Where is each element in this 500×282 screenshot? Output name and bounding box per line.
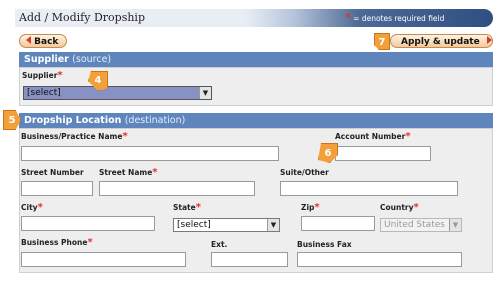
business-fax-label: Business Fax [297, 240, 352, 249]
required-note-text: = denotes required field [353, 14, 445, 23]
page-header: Add / Modify Dropship * = denotes requir… [15, 9, 493, 27]
city-field[interactable] [21, 216, 155, 231]
country-select-value: United States [384, 220, 445, 230]
business-name-field[interactable] [21, 146, 279, 161]
account-number-field[interactable] [335, 146, 431, 161]
supplier-select-value: [select] [27, 88, 61, 98]
suite-field[interactable] [280, 181, 458, 196]
required-star: * [37, 202, 43, 213]
street-number-field[interactable] [21, 181, 93, 196]
back-button[interactable]: Back [19, 34, 67, 48]
required-star: * [122, 131, 128, 142]
state-select[interactable]: [select] ▼ [173, 218, 280, 232]
zip-field[interactable] [301, 216, 375, 231]
page-title: Add / Modify Dropship [19, 11, 145, 24]
arrow-right-icon [486, 36, 492, 44]
dropship-section-title: Dropship Location [24, 115, 122, 126]
chevron-down-icon: ▼ [199, 87, 211, 99]
street-number-label: Street Number [21, 168, 84, 177]
required-star: * [87, 237, 93, 248]
supplier-section-subtitle: (source) [72, 54, 112, 65]
back-button-label: Back [34, 37, 59, 47]
required-star: * [345, 11, 351, 24]
required-star: * [314, 202, 320, 213]
callout-badge-7: 7 [374, 33, 390, 50]
business-phone-label: Business Phone* [21, 237, 93, 248]
apply-update-button[interactable]: Apply & update [390, 34, 493, 48]
required-star: * [413, 202, 419, 213]
supplier-section-title: Supplier [24, 54, 69, 65]
street-name-label: Street Name* [99, 167, 158, 178]
country-label: Country* [380, 202, 419, 213]
zip-label: Zip* [301, 202, 320, 213]
country-select: United States ▼ [380, 218, 462, 232]
street-name-field[interactable] [99, 181, 255, 196]
business-name-label: Business/Practice Name* [21, 131, 128, 142]
chevron-down-icon: ▼ [449, 219, 461, 231]
ext-label: Ext. [211, 240, 228, 249]
account-number-label: Account Number* [335, 131, 411, 142]
supplier-select[interactable]: [select] ▼ [23, 86, 212, 100]
ext-field[interactable] [211, 252, 288, 267]
required-star: * [57, 70, 63, 81]
required-star: * [405, 131, 411, 142]
required-star: * [195, 202, 201, 213]
required-field-note: * = denotes required field [345, 9, 444, 28]
supplier-section-bar: Supplier (source) [19, 52, 493, 67]
chevron-down-icon: ▼ [267, 219, 279, 231]
dropship-section-bar: Dropship Location (destination) [19, 113, 493, 128]
required-star: * [152, 167, 158, 178]
supplier-label: Supplier* [22, 70, 63, 81]
apply-update-label: Apply & update [401, 37, 480, 47]
state-select-value: [select] [177, 220, 211, 230]
state-label: State* [173, 202, 201, 213]
business-fax-field[interactable] [297, 252, 462, 267]
arrow-left-icon [26, 36, 31, 44]
city-label: City* [21, 202, 43, 213]
business-phone-field[interactable] [21, 252, 186, 267]
suite-label: Suite/Other [280, 168, 329, 177]
dropship-section-subtitle: (destination) [124, 115, 186, 126]
